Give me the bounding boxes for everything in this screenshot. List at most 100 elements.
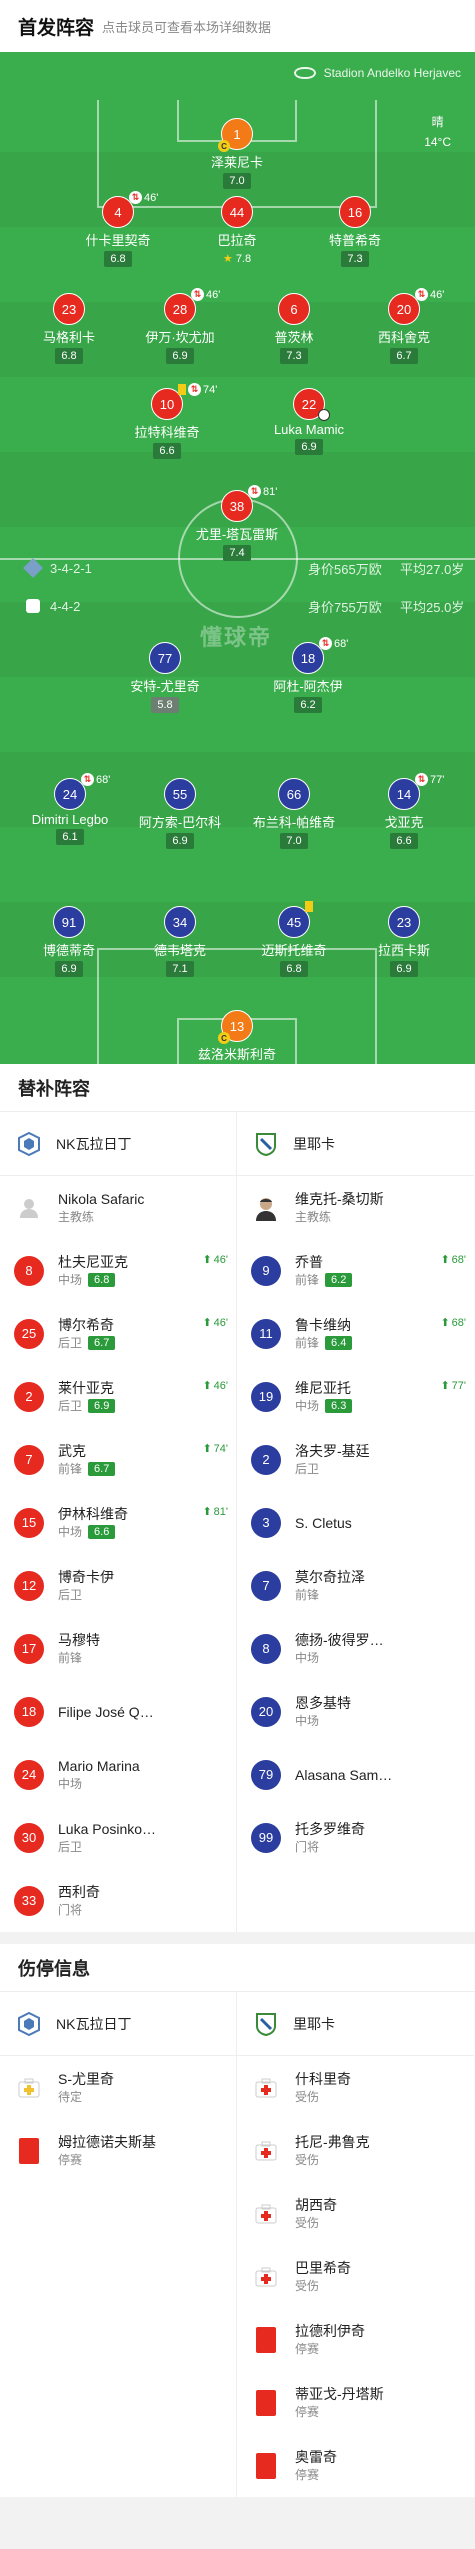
player-number-badge: 33 <box>14 1885 44 1916</box>
player-info: 恩多基特 中场 <box>295 1694 351 1730</box>
sub-in-time: ⬆ 68' <box>440 1253 466 1267</box>
sub-player-row[interactable]: 15 伊林科维奇 中场 6.6 ⬆ 81' <box>0 1491 236 1554</box>
player-name: 姆拉德诺夫斯基 <box>58 2133 156 2150</box>
home-team-name: NK瓦拉日丁 <box>56 1135 132 1152</box>
injury-row[interactable]: 什科里奇 受伤 <box>237 2056 474 2119</box>
player-position-row: 前锋 <box>295 1586 365 1604</box>
away-player[interactable]: 91 博德蒂奇 6.9 <box>14 906 124 977</box>
home-player[interactable]: 28 ⇅ 46' 伊万·坎尤加 6.9 <box>125 288 235 364</box>
player-rating: 6.2 <box>325 1272 353 1287</box>
player-info: 伊林科维奇 中场 6.6 <box>58 1505 128 1541</box>
player-position-row: 后卫 <box>58 1838 156 1856</box>
sub-in-time: ⬆ 68' <box>440 1316 466 1330</box>
player-rating: 6.8 <box>88 1272 116 1287</box>
sub-player-row[interactable]: 19 维尼亚托 中场 6.3 ⬆ 77' <box>237 1365 474 1428</box>
injury-row[interactable]: 奥雷奇 停赛 <box>237 2434 474 2497</box>
rating-value: 6.9 <box>396 963 412 975</box>
away-team-row[interactable]: 里耶卡 <box>237 1112 474 1176</box>
player-position: 中场 <box>58 1776 83 1791</box>
sub-player-row[interactable]: 2 莱什亚克 后卫 6.9 ⬆ 46' <box>0 1365 236 1428</box>
away-team-icon <box>26 599 40 613</box>
injury-row[interactable]: 姆拉德诺夫斯基 停赛 <box>0 2119 236 2182</box>
player-number: 23 <box>396 914 412 930</box>
player-rating: 7.0 <box>280 833 308 849</box>
player-position: 前锋 <box>58 1461 83 1476</box>
away-player[interactable]: 14 ⇅ 77' 戈亚克 6.6 <box>349 773 459 849</box>
away-player[interactable]: 55 阿方索-巴尔科 6.9 <box>125 778 235 849</box>
away-player[interactable]: 24 ⇅ 68' Dimitri Legbo 6.1 <box>15 773 125 845</box>
home-player[interactable]: 16 特普希奇 7.3 <box>300 196 410 267</box>
player-name: S-尤里奇 <box>58 2070 114 2087</box>
player-number-badge: 25 <box>14 1318 44 1349</box>
away-player[interactable]: 66 布兰科-帕维奇 7.0 <box>239 778 349 849</box>
player-info: 乔普 前锋 6.2 <box>295 1253 353 1289</box>
sub-player-row[interactable]: 7 莫尔奇拉泽 前锋 <box>237 1554 474 1617</box>
away-player[interactable]: 45 迈斯托维奇 6.8 <box>239 901 349 977</box>
home-player[interactable]: 20 ⇅ 46' 西科舍克 6.7 <box>349 288 459 364</box>
home-player[interactable]: 4 ⇅ 46' 什卡里契奇 6.8 <box>63 191 173 267</box>
player-rating: 6.9 <box>390 961 418 977</box>
sub-player-row[interactable]: 30 Luka Posinko… 后卫 <box>0 1806 236 1869</box>
home-player[interactable]: 6 普茨林 7.3 <box>239 293 349 364</box>
sub-player-row[interactable]: 25 博尔希奇 后卫 6.7 ⬆ 46' <box>0 1302 236 1365</box>
sub-player-row[interactable]: 33 西利奇 门将 <box>0 1869 236 1932</box>
player-rating: 6.1 <box>56 829 84 845</box>
player-name: 迈斯托维奇 <box>261 943 327 958</box>
sub-in-arrow-icon: ⬆ <box>440 1380 450 1392</box>
player-number: 22 <box>301 396 317 412</box>
away-player[interactable]: 13C兹洛米斯利奇6.0 <box>182 1010 292 1064</box>
sub-player-row[interactable]: 9 乔普 前锋 6.2 ⬆ 68' <box>237 1239 474 1302</box>
sub-player-row[interactable]: 8 杜夫尼亚克 中场 6.8 ⬆ 46' <box>0 1239 236 1302</box>
player-number: 20 <box>396 301 412 317</box>
sub-player-row[interactable]: 18 Filipe José Q… <box>0 1680 236 1743</box>
player-number-badge: 17 <box>14 1633 44 1664</box>
sub-player-row[interactable]: 8 德扬-彼得罗… 中场 <box>237 1617 474 1680</box>
injury-row[interactable]: 托尼-弗鲁克 受伤 <box>237 2119 474 2182</box>
sub-player-row[interactable]: 7 武克 前锋 6.7 ⬆ 74' <box>0 1428 236 1491</box>
away-player[interactable]: 23 拉西卡斯 6.9 <box>349 906 459 977</box>
away-team-row[interactable]: 里耶卡 <box>237 1992 474 2056</box>
injury-row[interactable]: S-尤里奇 待定 <box>0 2056 236 2119</box>
away-injuries-column: 里耶卡 什科里奇 受伤 托尼-弗鲁克 受伤 胡西奇 受伤 巴里希奇 受伤 拉德利伊奇 停赛 蒂亚戈-… <box>237 1992 474 2497</box>
home-team-row[interactable]: NK瓦拉日丁 <box>0 1112 236 1176</box>
sub-player-row[interactable]: 24 Mario Marina 中场 <box>0 1743 236 1806</box>
sub-minute: 74' <box>213 1442 228 1455</box>
sub-player-row[interactable]: 11 鲁卡维纳 前锋 6.4 ⬆ 68' <box>237 1302 474 1365</box>
injury-row[interactable]: 巴里希奇 受伤 <box>237 2245 474 2308</box>
player-name: 蒂亚戈-丹塔斯 <box>295 2385 384 2402</box>
injury-status: 停赛 <box>295 2341 320 2356</box>
home-player[interactable]: 22 Luka Mamic 6.9 <box>254 388 364 455</box>
injury-row[interactable]: 蒂亚戈-丹塔斯 停赛 <box>237 2371 474 2434</box>
player-events: ⇅ 46' <box>415 288 444 301</box>
sub-player-row[interactable]: 17 马穆特 前锋 <box>0 1617 236 1680</box>
sub-player-row[interactable]: 79 Alasana Sam… <box>237 1743 474 1806</box>
home-player[interactable]: 10 ⇅ 74' 拉特科维奇 6.6 <box>112 383 222 459</box>
sub-player-row[interactable]: 2 洛夫罗-基廷 后卫 <box>237 1428 474 1491</box>
home-player[interactable]: 38 ⇅ 81' 尤里-塔瓦雷斯 7.4 <box>182 485 292 561</box>
away-player[interactable]: 77 安特-尤里奇 5.8 <box>110 642 220 713</box>
home-injuries-column: NK瓦拉日丁 S-尤里奇 待定姆拉德诺夫斯基 停赛 <box>0 1992 237 2497</box>
sub-player-row[interactable]: 99 托多罗维奇 门将 <box>237 1806 474 1869</box>
away-player[interactable]: 18 ⇅ 68' 阿杜-阿杰伊 6.2 <box>253 637 363 713</box>
sub-player-row[interactable]: 12 博奇卡伊 后卫 <box>0 1554 236 1617</box>
sub-player-row[interactable]: 20 恩多基特 中场 <box>237 1680 474 1743</box>
player-number-badge: 23 <box>53 293 85 325</box>
away-coach[interactable]: 维克托-桑切斯 主教练 <box>237 1176 474 1239</box>
home-player[interactable]: 44 巴拉奇 ★ 7.8 <box>182 196 292 267</box>
away-player[interactable]: 34 德韦塔克 7.1 <box>125 906 235 977</box>
home-player[interactable]: 23 马格利卡 6.8 <box>14 293 124 364</box>
away-team-logo <box>251 1129 281 1159</box>
injury-status: 受伤 <box>295 2089 320 2104</box>
injury-row[interactable]: 胡西奇 受伤 <box>237 2182 474 2245</box>
player-info: 姆拉德诺夫斯基 停赛 <box>58 2133 156 2169</box>
stadium-name: Stadion Andelko Herjavec <box>323 66 461 80</box>
sub-player-row[interactable]: 3 S. Cletus <box>237 1491 474 1554</box>
injury-row[interactable]: 拉德利伊奇 停赛 <box>237 2308 474 2371</box>
player-rating: 6.9 <box>166 833 194 849</box>
home-team-row[interactable]: NK瓦拉日丁 <box>0 1992 236 2056</box>
home-coach[interactable]: Nikola Safaric 主教练 <box>0 1176 236 1239</box>
home-player[interactable]: 1 C 泽莱尼卡 7.0 <box>182 118 292 189</box>
player-name: Mario Marina <box>58 1757 140 1774</box>
sub-in-arrow-icon: ⬆ <box>440 1254 450 1266</box>
player-number: 38 <box>229 498 245 514</box>
